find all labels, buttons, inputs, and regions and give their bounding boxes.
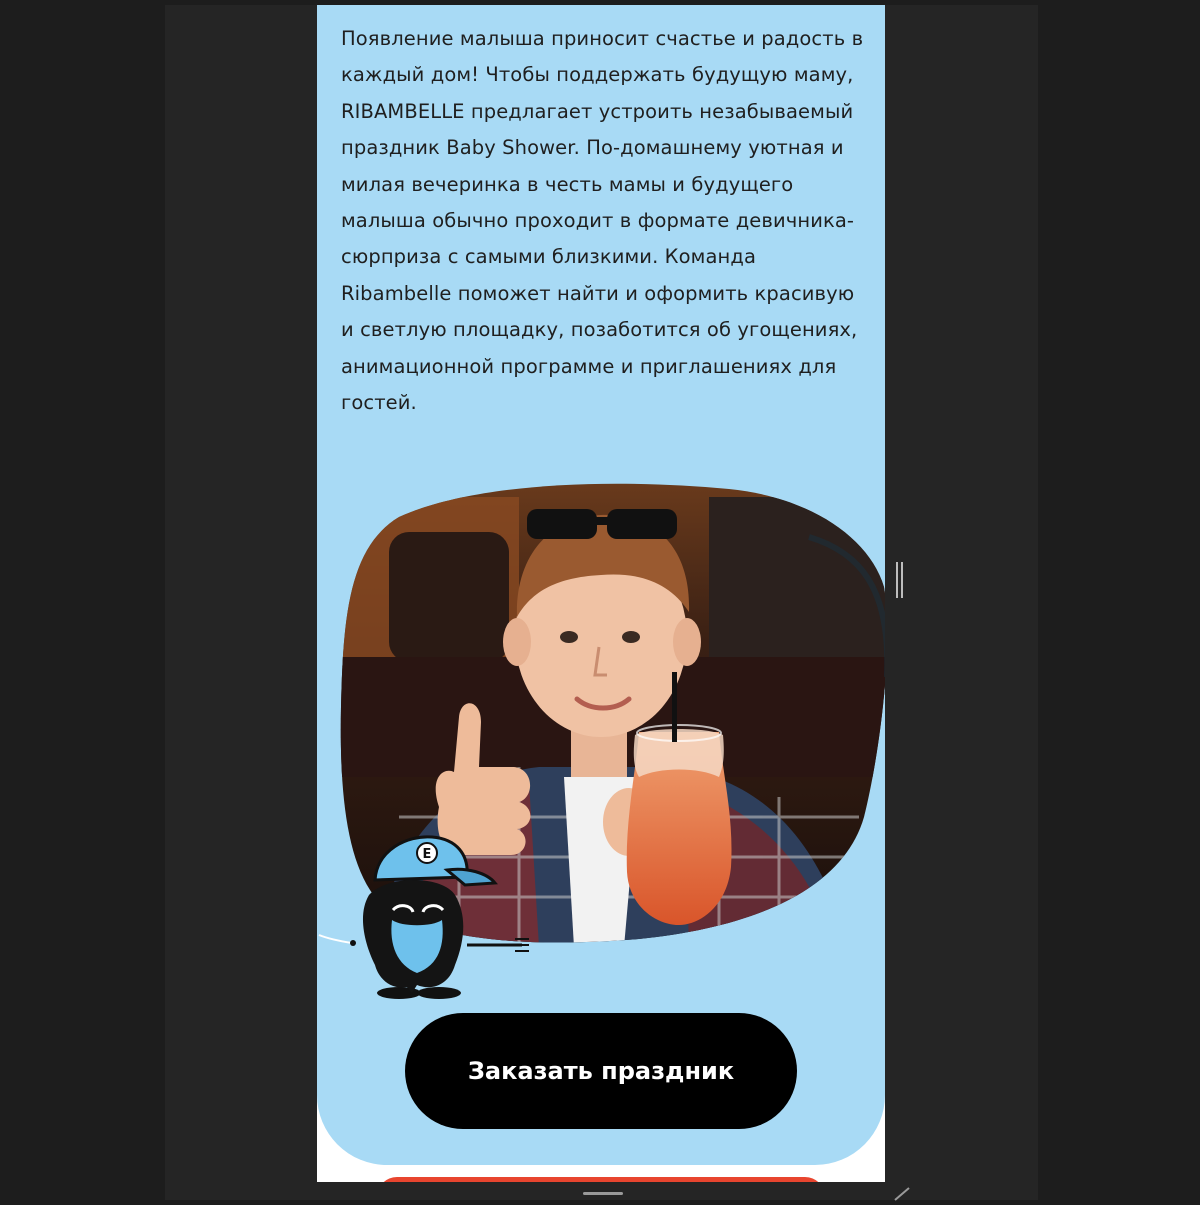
order-party-button[interactable]: Заказать праздник [405, 1013, 797, 1129]
resize-grip-icon[interactable] [893, 1186, 911, 1201]
scroll-handle-icon[interactable] [896, 562, 906, 598]
intro-paragraph: Появление малыша приносит счастье и радо… [341, 27, 864, 415]
page-viewport[interactable]: Появление малыша приносит счастье и радо… [317, 5, 885, 1182]
home-indicator [583, 1192, 623, 1195]
next-section-edge [377, 1177, 825, 1182]
monster-mascot-icon: E [317, 815, 552, 1005]
svg-text:E: E [423, 847, 432, 862]
baby-shower-card: Появление малыша приносит счастье и радо… [317, 5, 885, 1165]
